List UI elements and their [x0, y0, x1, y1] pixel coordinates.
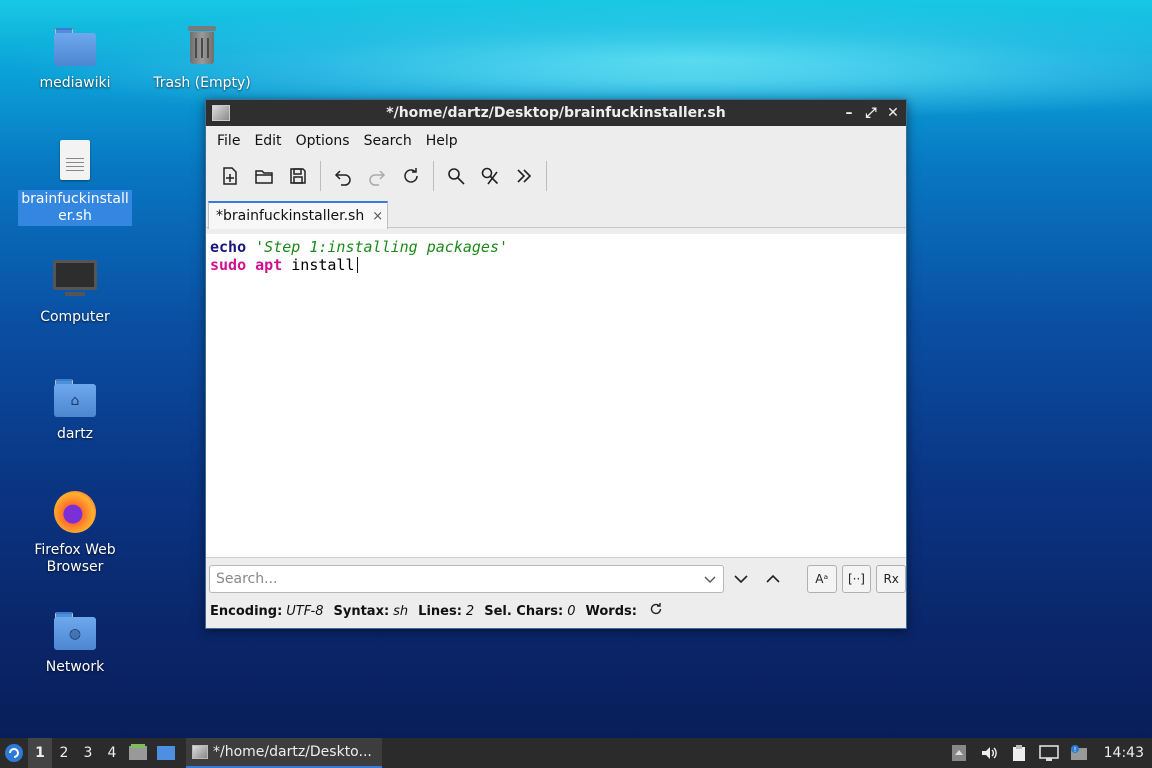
workspace-1[interactable]: 1: [28, 738, 52, 768]
code-command: sudo: [210, 256, 247, 274]
workspace-2[interactable]: 2: [52, 738, 76, 768]
tab-bar: *brainfuckinstaller.sh ×: [206, 196, 906, 229]
menu-bar: File Edit Options Search Help: [206, 126, 906, 156]
trash-icon: [178, 22, 226, 70]
close-icon[interactable]: ✕: [884, 105, 902, 121]
menu-file[interactable]: File: [210, 129, 247, 153]
maximize-icon[interactable]: ⤢: [862, 105, 880, 121]
code-text: install: [291, 256, 355, 274]
tab-close-icon[interactable]: ×: [372, 209, 383, 224]
desktop-icon-label: Computer: [40, 309, 110, 325]
code-line-2: sudo apt install: [210, 256, 902, 274]
encoding-label: Encoding:: [210, 603, 283, 619]
text-editor-window[interactable]: */home/dartz/Desktop/brainfuckinstaller.…: [205, 99, 907, 629]
start-menu-icon[interactable]: [0, 738, 28, 768]
chevron-down-icon[interactable]: [703, 572, 717, 590]
code-command: apt: [255, 256, 283, 274]
title-bar[interactable]: */home/dartz/Desktop/brainfuckinstaller.…: [206, 100, 906, 126]
open-icon[interactable]: [250, 162, 278, 190]
desktop-icon-label: Network: [45, 659, 105, 675]
desktop-icon-mediawiki[interactable]: mediawiki: [15, 22, 135, 93]
redo-icon[interactable]: [363, 162, 391, 190]
syntax-value: sh: [393, 603, 409, 619]
replace-icon[interactable]: [476, 162, 504, 190]
workspace-3[interactable]: 3: [76, 738, 100, 768]
desktop-icon-label: dartz: [56, 426, 94, 442]
code-keyword: echo: [210, 238, 247, 256]
text-file-icon: [51, 138, 99, 186]
workspace-4[interactable]: 4: [100, 738, 124, 768]
firefox-icon: [51, 489, 99, 537]
svg-text:!: !: [1073, 746, 1076, 754]
system-tray: ! 14:43: [944, 738, 1152, 768]
sel-chars-value: 0: [567, 603, 576, 619]
menu-search[interactable]: Search: [357, 129, 419, 153]
code-string: 'Step 1:installing packages': [255, 238, 509, 256]
desktop-icon-label: mediawiki: [39, 75, 111, 91]
reload-icon[interactable]: [397, 162, 425, 190]
editor-app-icon: [192, 745, 208, 759]
network-status-icon[interactable]: [1034, 738, 1064, 768]
file-manager-launcher-icon[interactable]: [124, 738, 152, 768]
desktop-icon-network[interactable]: ◍ Network: [15, 606, 135, 677]
desktop-icon-label: brainfuckinstaller.sh: [18, 190, 132, 226]
lines-label: Lines:: [418, 603, 462, 619]
tab-label: *brainfuckinstaller.sh: [216, 208, 365, 224]
desktop-icon-brainfuckinstaller[interactable]: brainfuckinstaller.sh: [15, 138, 135, 226]
desktop-icon-computer[interactable]: Computer: [15, 256, 135, 327]
words-label: Words:: [585, 603, 637, 619]
taskbar: 1 2 3 4 */home/dartz/Deskto... ! 14:43: [0, 738, 1152, 768]
folder-icon: [51, 22, 99, 70]
more-icon[interactable]: [510, 162, 538, 190]
lines-value: 2: [465, 603, 475, 619]
sel-chars-label: Sel. Chars:: [484, 603, 564, 619]
search-bar: Search... Aᵃ [··] Rx: [206, 562, 907, 596]
tab-brainfuckinstaller[interactable]: *brainfuckinstaller.sh ×: [208, 201, 388, 229]
home-folder-icon: ⌂: [51, 373, 99, 421]
undo-icon[interactable]: [329, 162, 357, 190]
menu-options[interactable]: Options: [289, 129, 357, 153]
desktop-icon-dartz[interactable]: ⌂ dartz: [15, 373, 135, 444]
network-folder-icon: ◍: [51, 606, 99, 654]
desktop-icon-label: Trash (Empty): [153, 75, 251, 91]
find-icon[interactable]: [442, 162, 470, 190]
find-next-icon[interactable]: [728, 565, 756, 593]
save-icon[interactable]: [284, 162, 312, 190]
volume-icon[interactable]: [974, 738, 1004, 768]
clock[interactable]: 14:43: [1094, 745, 1152, 761]
syntax-label: Syntax:: [333, 603, 390, 619]
code-line-1: echo 'Step 1:installing packages': [210, 238, 902, 256]
window-title: */home/dartz/Desktop/brainfuckinstaller.…: [386, 105, 726, 121]
show-desktop-icon[interactable]: [152, 738, 180, 768]
encoding-value: UTF-8: [286, 603, 324, 619]
clipboard-icon[interactable]: [1004, 738, 1034, 768]
toolbar: [206, 156, 906, 196]
app-icon: [212, 105, 230, 121]
new-file-icon[interactable]: [216, 162, 244, 190]
text-cursor: [356, 257, 358, 273]
desktop-icon-firefox[interactable]: Firefox Web Browser: [15, 489, 135, 577]
search-input[interactable]: Search...: [209, 565, 724, 593]
tray-expand-icon[interactable]: [944, 738, 974, 768]
notification-icon[interactable]: !: [1064, 738, 1094, 768]
desktop-icon-trash[interactable]: Trash (Empty): [142, 22, 262, 93]
menu-help[interactable]: Help: [419, 129, 465, 153]
menu-edit[interactable]: Edit: [247, 129, 288, 153]
desktop-icon-label: Firefox Web Browser: [34, 542, 116, 575]
task-button-editor[interactable]: */home/dartz/Deskto...: [186, 738, 382, 768]
status-bar: Encoding: UTF-8 Syntax: sh Lines: 2 Sel. Ch…: [206, 598, 906, 624]
task-label: */home/dartz/Deskto...: [213, 744, 372, 760]
match-case-button[interactable]: Aᵃ: [806, 565, 837, 593]
search-placeholder: Search...: [216, 571, 278, 587]
text-editor-area[interactable]: echo 'Step 1:installing packages' sudo a…: [206, 234, 906, 558]
minimize-icon[interactable]: –: [840, 105, 858, 121]
find-previous-icon[interactable]: [759, 565, 787, 593]
regex-button[interactable]: Rx: [876, 565, 907, 593]
computer-icon: [51, 256, 99, 304]
whole-word-button[interactable]: [··]: [841, 565, 872, 593]
refresh-words-icon[interactable]: [649, 602, 663, 620]
